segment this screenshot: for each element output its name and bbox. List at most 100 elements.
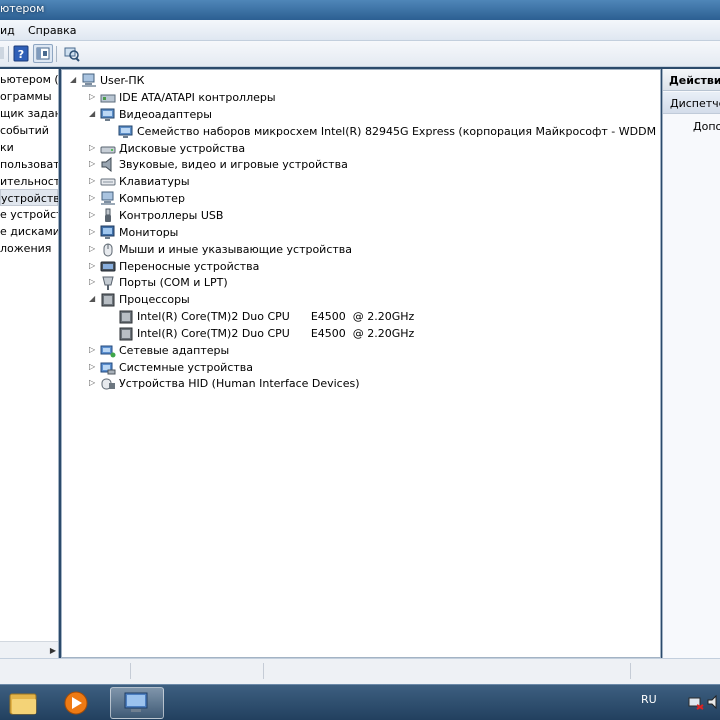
hid-icon (101, 378, 115, 390)
processor-icon (119, 310, 133, 324)
device-category[interactable]: ▷ IDE ATA/ATAPI контроллеры (89, 89, 622, 106)
expand-arrow-icon[interactable]: ▷ (89, 244, 97, 253)
actions-more-link[interactable]: Допо (693, 120, 720, 133)
toolbar: ? (0, 41, 720, 67)
device-label: Клавиатуры (119, 175, 190, 189)
taskbar-device-manager-button[interactable] (110, 687, 164, 719)
actions-section[interactable]: Диспетче (663, 92, 720, 114)
device-label: Видеоадаптеры (119, 107, 212, 121)
device-category[interactable]: ▷ Мониторы (89, 224, 622, 241)
window-title: ютером (0, 2, 45, 15)
device-category[interactable]: ▷ Звуковые, видео и игровые устройства (89, 156, 622, 173)
tree-root[interactable]: ◢ User-ПК (70, 72, 570, 89)
display-adapter-icon (100, 108, 115, 121)
expand-arrow-icon[interactable]: ▷ (89, 177, 97, 185)
device-tree[interactable]: ◢ User-ПК ▷ IDE ATA/ATAPI контроллеры ◢ Вид… (61, 69, 661, 658)
device-category[interactable]: ▷ Контроллеры USB (89, 207, 622, 224)
taskbar-explorer-button[interactable] (2, 687, 46, 719)
console-tree-item[interactable]: пользовате (0, 156, 58, 173)
expand-arrow-icon[interactable]: ▷ (89, 345, 97, 354)
device-category[interactable]: ▷ Компьютер (89, 190, 622, 207)
scroll-right-icon[interactable]: ▶ (50, 646, 56, 655)
folder-icon (9, 693, 37, 715)
expand-arrow-icon[interactable]: ▷ (89, 160, 97, 168)
device-label: Intel(R) Core(TM)2 Duo CPU E4500 @ 2.20G… (137, 326, 415, 340)
expand-arrow-icon[interactable]: ▷ (89, 210, 97, 219)
expand-arrow-icon[interactable]: ▷ (89, 93, 97, 101)
expand-arrow-icon[interactable]: ▷ (89, 379, 97, 387)
device-item[interactable]: Intel(R) Core(TM)2 Duo CPU E4500 @ 2.20G… (107, 308, 622, 325)
expand-arrow-icon[interactable]: ▷ (89, 278, 97, 286)
network-status-icon[interactable] (688, 694, 704, 710)
help-icon: ? (13, 45, 29, 62)
menu-help[interactable]: Справка (28, 24, 76, 37)
menu-view[interactable]: ид (0, 24, 15, 37)
toolbar-separator (56, 46, 57, 62)
show-hide-pane-button[interactable] (33, 44, 53, 63)
status-bar-divider (130, 663, 131, 679)
console-tree-item[interactable]: е дисками (0, 223, 58, 240)
title-bar[interactable]: ютером (0, 0, 720, 20)
expand-arrow-icon[interactable]: ▷ (89, 143, 97, 152)
console-tree-item[interactable]: щик заданий (0, 105, 58, 122)
device-label: Мыши и иные указывающие устройства (119, 242, 353, 256)
language-indicator[interactable]: RU (641, 693, 657, 706)
system-device-icon (100, 362, 116, 375)
mouse-icon (103, 243, 113, 257)
expand-arrow-icon[interactable]: ▷ (89, 362, 97, 371)
console-tree-item[interactable]: ложения (0, 240, 51, 257)
expand-arrow-icon[interactable]: ▷ (89, 261, 97, 270)
device-category[interactable]: ▷ Мыши и иные указывающие устройства (89, 241, 622, 258)
processor-icon (119, 327, 133, 341)
device-category[interactable]: ◢ Видеоадаптеры (89, 106, 622, 123)
device-item[interactable]: Intel(R) Core(TM)2 Duo CPU E4500 @ 2.20G… (107, 325, 622, 342)
console-tree-item[interactable]: ки (0, 139, 14, 156)
actions-pane: Действия Диспетче Допо (662, 69, 720, 658)
expand-arrow-icon[interactable]: ▷ (89, 194, 97, 202)
collapse-arrow-icon[interactable]: ◢ (89, 295, 97, 303)
device-label: Системные устройства (119, 360, 253, 374)
volume-icon[interactable] (706, 694, 720, 710)
device-category[interactable]: ▷ Дисковые устройства (89, 140, 622, 157)
actions-header-label: Действия (669, 74, 720, 87)
device-category[interactable]: ▷ Клавиатуры (89, 173, 622, 190)
horizontal-scrollbar[interactable]: ▶ (0, 641, 58, 658)
disk-drive-icon (100, 146, 116, 154)
help-button[interactable]: ? (12, 44, 32, 63)
device-category[interactable]: ▷ Переносные устройства (89, 258, 622, 275)
taskbar-media-player-button[interactable] (54, 687, 98, 719)
scan-hardware-icon (64, 47, 80, 62)
device-category[interactable]: ▷ Порты (COM и LPT) (89, 274, 622, 291)
device-label: Порты (COM и LPT) (119, 276, 228, 290)
computer-icon (101, 191, 115, 206)
back-icon (0, 47, 4, 59)
usb-icon (105, 208, 111, 222)
toolbar-separator (8, 46, 9, 62)
device-category[interactable]: ◢ Процессоры (89, 291, 622, 308)
speaker-icon (101, 157, 112, 173)
display-adapter-icon (118, 125, 133, 138)
device-label: Устройства HID (Human Interface Devices) (119, 377, 360, 391)
collapse-arrow-icon[interactable]: ◢ (70, 76, 78, 84)
console-tree-item[interactable]: е устройст (0, 206, 58, 223)
device-category[interactable]: ▷ Сетевые адаптеры (89, 342, 622, 359)
keyboard-icon (100, 178, 116, 186)
console-tree-item[interactable]: событий (0, 122, 49, 139)
device-label: Контроллеры USB (119, 208, 224, 222)
device-label: Сетевые адаптеры (119, 343, 230, 357)
device-category[interactable]: ▷ Устройства HID (Human Interface Devices… (89, 375, 622, 392)
expand-arrow-icon[interactable]: ▷ (89, 227, 97, 236)
console-tree-item[interactable]: ительность (0, 173, 58, 190)
device-category[interactable]: ▷ Системные устройства (89, 359, 622, 376)
processor-icon (101, 293, 115, 307)
ide-controller-icon (100, 94, 116, 103)
scan-hardware-button[interactable] (62, 44, 82, 63)
actions-header: Действия (663, 69, 720, 91)
device-item[interactable]: Семейство наборов микросхем Intel(R) 829… (107, 123, 660, 140)
console-tree-pane[interactable]: ьютером (л ограммы щик заданий событий к… (0, 69, 59, 658)
collapse-arrow-icon[interactable]: ◢ (89, 109, 97, 118)
console-tree-item-device-manager[interactable]: устройств (0, 189, 58, 206)
console-tree-item[interactable]: ограммы (0, 88, 52, 105)
console-tree-item[interactable]: ьютером (л (0, 71, 58, 88)
device-label: Дисковые устройства (119, 141, 246, 155)
